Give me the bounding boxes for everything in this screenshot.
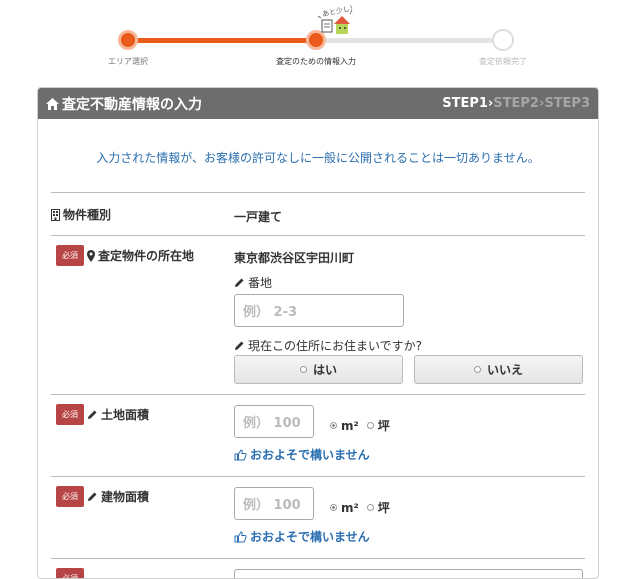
land-area-label-group: 必須 土地面積 <box>51 404 149 425</box>
land-area-approx-link[interactable]: おおよそで構いません <box>234 446 370 463</box>
map-pin-icon <box>87 249 95 262</box>
property-type-row: 物件種別 一戸建て <box>51 192 585 235</box>
property-info-panel: 査定不動産情報の入力 STEP1›STEP2›STEP3 入力された情報が、お客… <box>37 87 599 579</box>
step-dot-1 <box>118 30 138 50</box>
property-type-label: 物件種別 <box>51 206 111 223</box>
step1-label: STEP1 <box>442 96 488 111</box>
building-area-approx-text: おおよそで構いません <box>250 530 370 544</box>
residence-question-label: 現在この住所にお住まいですか? <box>234 337 422 354</box>
unit-tsubo-label: 坪 <box>377 501 390 515</box>
unit-tsubo-label: 坪 <box>377 419 390 433</box>
step-label-input: 査定のための情報入力 <box>276 57 356 66</box>
building-area-label-group: 必須 建物面積 <box>51 486 149 507</box>
step3-label: STEP3 <box>544 96 590 111</box>
building-area-label-text: 建物面積 <box>101 490 150 504</box>
step-dot-3 <box>492 29 514 51</box>
required-badge: 必須 <box>56 245 84 266</box>
lot-number-label: 番地 <box>234 274 272 291</box>
location-label: 査定物件の所在地 <box>87 247 194 264</box>
progress-stepper: エリア選択 査定のための情報入力 査定依頼完了 あと少し！ <box>0 0 626 80</box>
radio-icon <box>299 366 307 373</box>
home-icon <box>46 97 59 110</box>
residence-no-button[interactable]: いいえ <box>414 355 583 384</box>
residence-yes-label: はい <box>312 363 337 377</box>
required-badge: 必須 <box>56 404 84 425</box>
required-badge: 必須 <box>56 486 84 507</box>
property-type-label-text: 物件種別 <box>63 208 112 222</box>
step-label-complete: 査定依頼完了 <box>479 57 527 66</box>
lot-number-input[interactable]: 例） 2-3 <box>234 294 404 327</box>
land-area-label: 土地面積 <box>87 406 149 423</box>
land-area-input[interactable]: 例） 100 <box>234 405 314 438</box>
land-area-row: 必須 土地面積 例） 100 m² 坪 おおよそで構いません <box>51 394 585 476</box>
land-area-unit-group: m² 坪 <box>330 417 390 434</box>
residence-yes-button[interactable]: はい <box>234 355 403 384</box>
privacy-notice: 入力された情報が、お客様の許可なしに一般に公開されることは一切ありません。 <box>96 151 540 165</box>
location-row: 必須 査定物件の所在地 東京都渋谷区宇田川町 番地 例） 2-3 現在この住所に… <box>51 235 585 394</box>
step-indicator: STEP1›STEP2›STEP3 <box>442 96 590 111</box>
pencil-icon <box>235 341 244 350</box>
next-field-label-group: 必須 <box>51 568 87 578</box>
building-icon <box>51 208 60 221</box>
lot-number-label-text: 番地 <box>248 276 273 290</box>
radio-icon <box>473 366 481 373</box>
progress-track-done <box>128 38 316 43</box>
unit-m2-label: m² <box>341 500 359 515</box>
building-area-label: 建物面積 <box>87 488 149 505</box>
residence-question-text: 現在この住所にお住まいですか? <box>248 339 423 353</box>
unit-m2-label: m² <box>341 418 359 433</box>
location-label-text: 査定物件の所在地 <box>98 249 195 263</box>
panel-title-text: 査定不動産情報の入力 <box>62 96 202 113</box>
land-area-approx-text: おおよそで構いません <box>250 448 370 462</box>
panel-title: 査定不動産情報の入力 <box>46 94 202 114</box>
building-area-unit-group: m² 坪 <box>330 499 390 516</box>
building-area-approx-link[interactable]: おおよそで構いません <box>234 528 370 545</box>
land-area-placeholder: 例） 100 <box>243 416 301 431</box>
lot-number-placeholder: 例） 2-3 <box>243 305 298 320</box>
building-area-placeholder: 例） 100 <box>243 498 301 513</box>
building-area-input[interactable]: 例） 100 <box>234 487 314 520</box>
panel-header: 査定不動産情報の入力 STEP1›STEP2›STEP3 <box>38 88 598 119</box>
property-type-label-group: 物件種別 <box>51 206 111 223</box>
pencil-icon <box>88 492 97 501</box>
pencil-icon <box>88 410 97 419</box>
next-field-row: 必須 <box>51 558 585 578</box>
location-address: 東京都渋谷区宇田川町 <box>234 251 355 265</box>
property-type-value: 一戸建て <box>234 210 283 224</box>
residence-no-label: いいえ <box>486 363 523 377</box>
next-field-input[interactable] <box>234 569 583 578</box>
step2-label: STEP2 <box>493 96 539 111</box>
unit-m2-radio[interactable] <box>330 504 337 511</box>
thumbs-up-icon <box>234 448 247 460</box>
unit-m2-radio[interactable] <box>330 422 337 429</box>
unit-tsubo-radio[interactable] <box>366 422 374 429</box>
step-label-area: エリア選択 <box>108 57 148 66</box>
thumbs-up-icon <box>234 530 247 542</box>
pencil-icon <box>235 278 244 287</box>
land-area-label-text: 土地面積 <box>101 408 150 422</box>
building-area-row: 必須 建物面積 例） 100 m² 坪 おおよそで構いません <box>51 476 585 558</box>
location-label-group: 必須 査定物件の所在地 <box>51 245 194 266</box>
required-badge: 必須 <box>56 568 84 578</box>
unit-tsubo-radio[interactable] <box>366 504 374 511</box>
